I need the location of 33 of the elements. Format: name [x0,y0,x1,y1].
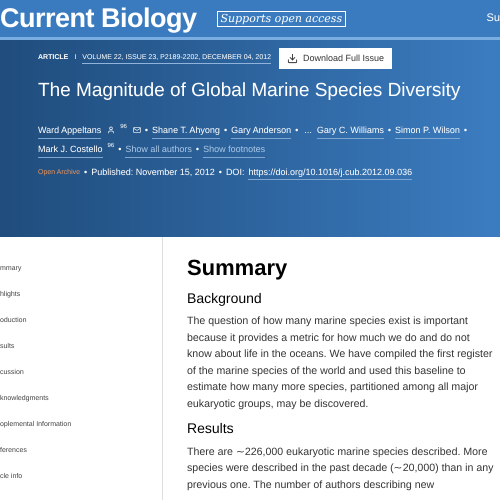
bullet: • [464,124,467,138]
section-heading: Summary [187,254,288,282]
author-link[interactable]: Gary Anderson [231,122,292,139]
subsection-heading: Background [187,290,263,307]
bullet: • [218,166,222,180]
open-access-badge: Supports open access [216,10,346,26]
published-date: Published: November 15, 2012 [91,166,215,180]
bullet: • [224,124,228,138]
author-link[interactable]: Ward Appeltans [38,122,102,139]
bullet: • [118,143,122,156]
bullet: • [388,124,391,138]
bullet: • [84,166,88,180]
author-link[interactable]: Mark J. Costello [38,140,103,158]
nav-link[interactable]: Su [486,10,500,27]
bullet: • [196,143,200,156]
author-link[interactable]: Simon P. Wilson [394,122,460,139]
paragraph: There are ∼226,000 eukaryotic marine species described. More species were described in the past decade (∼20,000) than in any previous one. The number of authors describing new [187,444,494,492]
toggle-link[interactable]: Show all authors [125,140,192,158]
subsection-heading: Results [187,420,235,438]
ellipsis: ... [304,124,312,138]
download-issue-button[interactable]: Download Full Issue [279,48,392,69]
paragraph: The question of how many marine species exist is important because it provides a metric for how much we do and do not know about life in the oceans. We have compiled the first register of the marine species of the world and used this baseline to estimate how many more species, partitioned among all major eukaryotic groups, may be discovered. [187,314,494,412]
download-icon [287,53,298,64]
bullet: • [144,124,148,138]
journal-logo[interactable]: Current Biology [0,5,197,32]
toggle-link[interactable]: Show footnotes [203,140,266,158]
bullet: • [295,124,298,138]
doi-label: DOI: [226,166,244,180]
mail-icon[interactable] [132,126,141,134]
author-link[interactable]: Shane T. Ahyong [152,122,220,139]
author-link[interactable]: Gary C. Williams [316,122,384,139]
doi-link[interactable]: https://doi.org/10.1016/j.cub.2012.09.036 [248,166,412,180]
article-title: The Magnitude of Global Marine Species Diversity [38,79,462,103]
